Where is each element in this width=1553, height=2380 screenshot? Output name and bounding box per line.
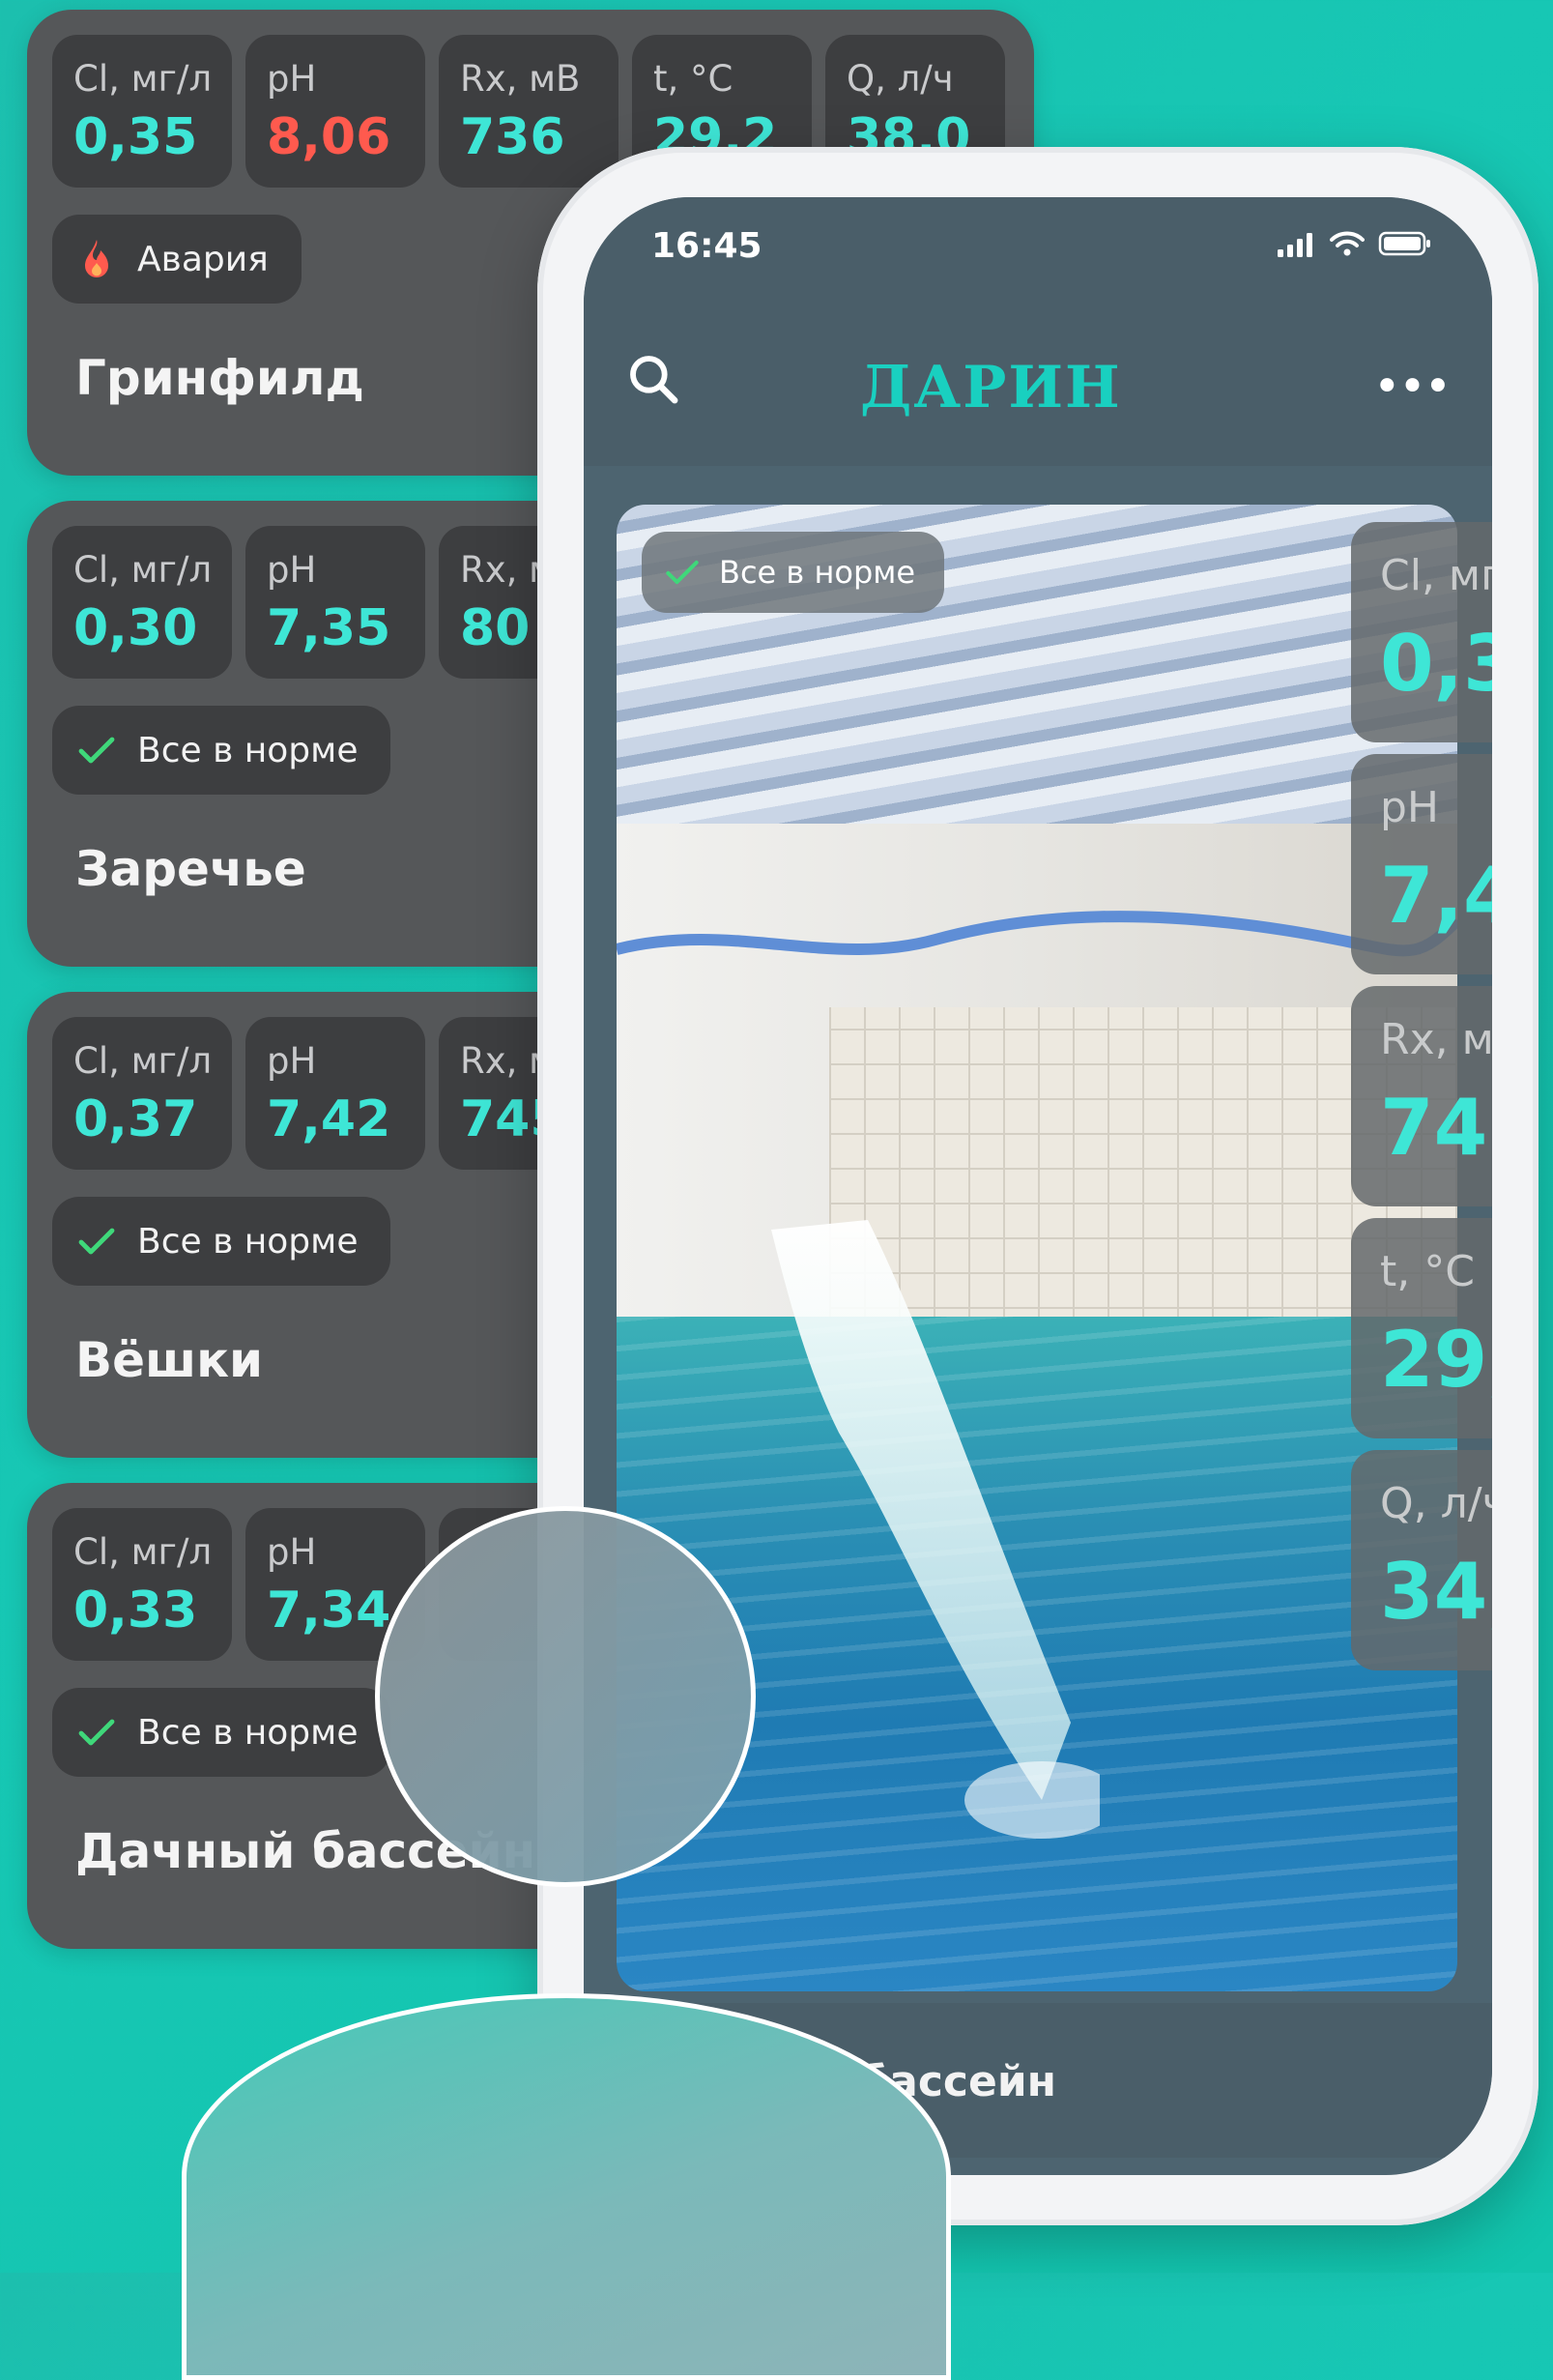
- battery-icon: [1378, 231, 1430, 256]
- metric-label: Q, л/ч: [847, 58, 954, 100]
- metric-value: 7,42: [1380, 851, 1492, 941]
- metric-chip-chlorine: Cl, мг/л 0,33: [52, 1508, 232, 1661]
- status-text: Все в норме: [137, 730, 359, 770]
- metric-value: 7,42: [267, 1090, 391, 1148]
- metric-label: pH: [267, 58, 317, 100]
- metric-chip-ph: pH 8,06: [245, 35, 425, 188]
- metric-label: Cl, мг/л: [73, 1531, 213, 1573]
- metric-value: 0,35: [73, 108, 198, 166]
- phone-frame: 16:45 ДАРИН ••• Все в норме Cl, мг 0,3 p…: [537, 147, 1539, 2225]
- metric-chip-chlorine: Cl, мг/л 0,35: [52, 35, 232, 188]
- fire-icon: [85, 240, 108, 277]
- metric-tile-flow: Q, л/ч 34,5: [1351, 1450, 1492, 1670]
- metric-value: 0,33: [73, 1582, 198, 1640]
- pool-name: Вёшки: [75, 1332, 264, 1388]
- status-bar-time: 16:45: [651, 226, 762, 266]
- metric-value: 7,35: [267, 599, 391, 657]
- status-text: Авария: [137, 239, 269, 279]
- search-icon[interactable]: [626, 352, 680, 406]
- metric-chip-ph: pH 7,42: [245, 1017, 425, 1170]
- metric-value: 736: [460, 108, 565, 166]
- metric-value: 0,37: [1380, 619, 1492, 709]
- metric-value: 80: [460, 599, 531, 657]
- app-header: 16:45 ДАРИН •••: [584, 197, 1492, 466]
- metric-tile-redox: Rx, мВ 745: [1351, 986, 1492, 1206]
- metric-chip-ph: pH 7,35: [245, 526, 425, 679]
- status-badge-ok: Все в норме: [642, 532, 945, 613]
- metric-value: 7,34: [267, 1582, 391, 1640]
- check-icon: [78, 737, 115, 764]
- app-logo: ДАРИН: [860, 354, 1122, 421]
- metric-label: pH: [267, 549, 317, 591]
- metric-chip-redox: Rx, мВ 736: [439, 35, 618, 188]
- status-bar-icons: [1278, 230, 1432, 257]
- signal-icon: [1278, 233, 1312, 257]
- metric-label: Rx, мВ: [460, 58, 581, 100]
- metric-label: Rx, мВ: [1380, 1015, 1492, 1064]
- metric-label: Cl, мг/л: [73, 1040, 213, 1082]
- status-badge-ok: Все в норме: [52, 706, 391, 795]
- wifi-icon: [1330, 231, 1365, 256]
- check-icon: [666, 560, 699, 585]
- decorative-body-shape: [182, 1993, 951, 2380]
- metric-chip-chlorine: Cl, мг/л 0,37: [52, 1017, 232, 1170]
- status-text: Все в норме: [719, 554, 916, 591]
- pool-photo: [617, 505, 1457, 1991]
- status-text: Все в норме: [137, 1221, 359, 1262]
- metric-value-alarm: 8,06: [267, 108, 391, 166]
- metric-value: 29,2: [1380, 1315, 1492, 1405]
- metric-value: 745: [1380, 1083, 1492, 1173]
- metric-label: t, °C: [653, 58, 733, 100]
- metric-label: Cl, мг/л: [1380, 551, 1492, 600]
- status-badge-alarm: Авария: [52, 215, 302, 304]
- metric-label: Q, л/ч: [1380, 1479, 1492, 1528]
- metric-value: 0,37: [73, 1090, 198, 1148]
- metric-label: Cl, мг/л: [73, 58, 213, 100]
- metric-tile-ph: pH 7,42: [1351, 754, 1492, 974]
- metric-tile-temperature: t, °C 29,2: [1351, 1218, 1492, 1438]
- decorative-circle-shape: [375, 1506, 756, 1887]
- metric-label: Cl, мг/л: [73, 549, 213, 591]
- metric-label: pH: [1380, 783, 1440, 832]
- more-menu-icon[interactable]: •••: [1373, 360, 1452, 414]
- status-text: Все в норме: [137, 1712, 359, 1753]
- check-icon: [78, 1719, 115, 1746]
- metric-label: pH: [267, 1040, 317, 1082]
- metric-label: pH: [267, 1531, 317, 1573]
- pool-name: Заречье: [75, 841, 306, 897]
- metric-tile-chlorine: Cl, мг/л 0,37: [1351, 522, 1492, 742]
- status-badge-ok: Все в норме: [52, 1197, 391, 1286]
- check-icon: [78, 1228, 115, 1255]
- metric-chip-chlorine: Cl, мг/л 0,30: [52, 526, 232, 679]
- metric-label: t, °C: [1380, 1247, 1475, 1296]
- phone-screen: 16:45 ДАРИН ••• Все в норме Cl, мг 0,3 p…: [584, 197, 1492, 2175]
- metric-value: 34,5: [1380, 1547, 1492, 1637]
- metric-value: 0,30: [73, 599, 198, 657]
- pool-name: Гринфилд: [75, 350, 364, 406]
- status-badge-ok: Все в норме: [52, 1688, 391, 1777]
